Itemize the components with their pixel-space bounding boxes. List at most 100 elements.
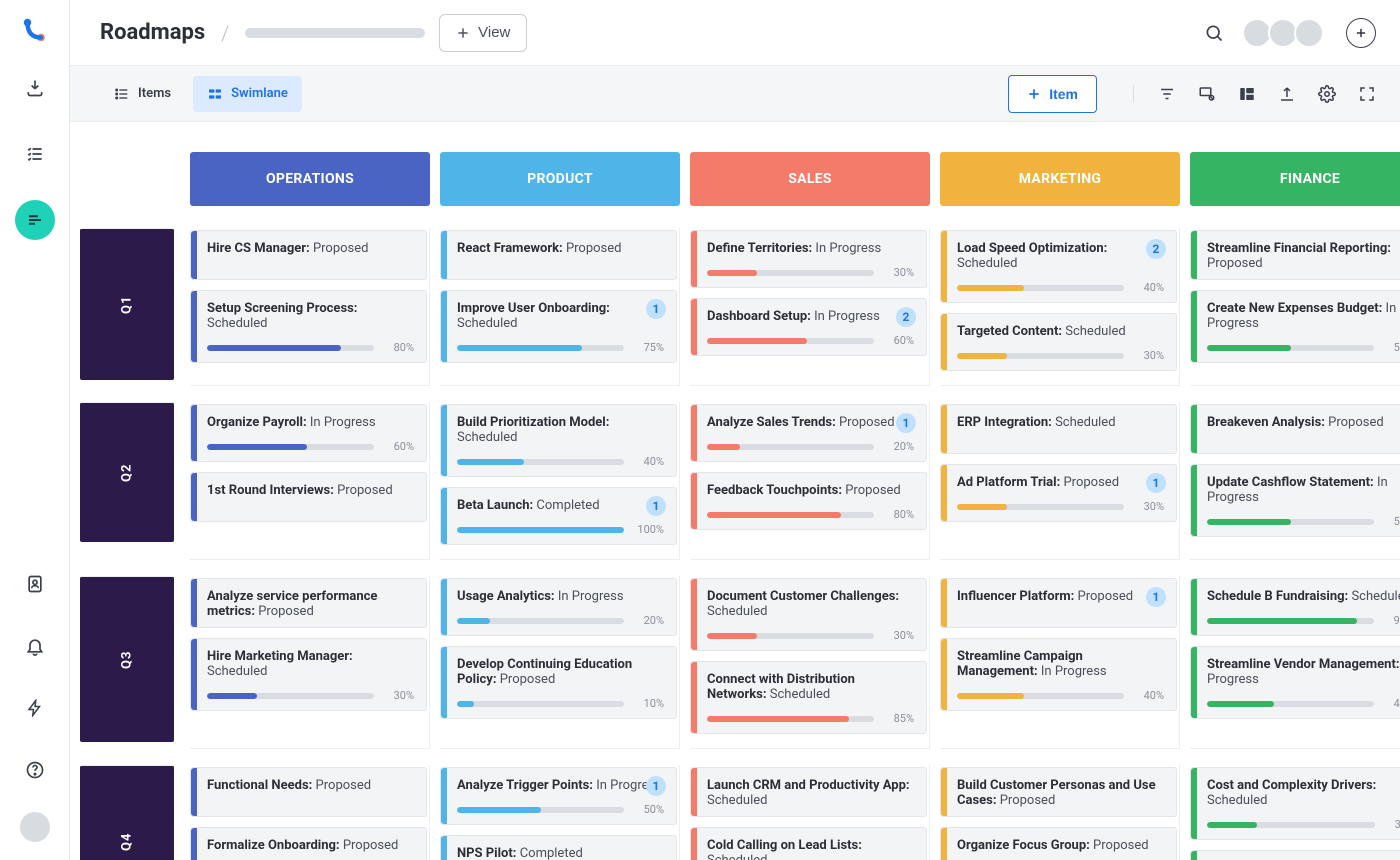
progress-percent: 30%	[384, 689, 414, 702]
card[interactable]: Dashboard Setup: In Progress260%	[690, 298, 927, 356]
card[interactable]: Functional Needs: Proposed	[190, 767, 427, 817]
cell-q4-product: Analyze Trigger Points: In Progress150% N…	[440, 765, 680, 860]
card[interactable]: Cold Calling on Lead Lists: Scheduled30%	[690, 827, 927, 860]
progress-bar	[207, 345, 374, 351]
card[interactable]: Launch CRM and Productivity App: Schedul…	[690, 767, 927, 817]
card[interactable]: Streamline Financial Reporting: Proposed	[1190, 230, 1400, 280]
card-status: Proposed	[500, 672, 556, 687]
card[interactable]: Breakeven Analysis: Proposed	[1190, 404, 1400, 454]
card-title: Improve User Onboarding:	[457, 301, 610, 316]
bell-icon[interactable]	[15, 626, 55, 666]
cell-q1-finance: Streamline Financial Reporting: Proposed…	[1190, 228, 1400, 386]
card[interactable]: Formalize Onboarding: Proposed10%	[190, 827, 427, 860]
settings-icon[interactable]	[1318, 85, 1336, 103]
filter-icon[interactable]	[1158, 85, 1176, 103]
tab-items[interactable]: Items	[100, 76, 185, 112]
card[interactable]: Setup Screening Process: Scheduled80%	[190, 290, 427, 363]
card[interactable]: Targeted Content: Scheduled30%	[940, 313, 1177, 371]
card-badge: 1	[646, 496, 666, 516]
progress-bar	[707, 270, 874, 276]
progress-bar	[1207, 822, 1375, 828]
card[interactable]: Update Cashflow Statement: In Progress50…	[1190, 464, 1400, 537]
progress-bar	[457, 618, 624, 624]
card[interactable]: Develop Continuing Education Policy: Pro…	[440, 646, 677, 719]
card[interactable]: Improve User Onboarding: Scheduled175%	[440, 290, 677, 363]
card-title: Influencer Platform:	[957, 589, 1078, 604]
progress-bar	[1207, 701, 1374, 707]
card[interactable]: Ad Platform Trial: Proposed130%	[940, 464, 1177, 522]
card-title: Document Customer Challenges:	[707, 589, 899, 604]
cell-q1-marketing: Load Speed Optimization: Scheduled240% Ta…	[940, 228, 1180, 386]
card[interactable]: Organize Focus Group: Proposed	[940, 827, 1177, 860]
link-filter-icon[interactable]	[1198, 85, 1216, 103]
progress-percent: 50%	[634, 803, 664, 816]
bolt-icon[interactable]	[15, 688, 55, 728]
progress-bar	[207, 693, 374, 699]
card-status: In Progress	[310, 415, 376, 430]
card[interactable]: Analyze Sales Trends: Proposed120%	[690, 404, 927, 462]
card[interactable]: Streamline Campaign Management: In Progr…	[940, 638, 1177, 711]
search-icon[interactable]	[1200, 19, 1228, 47]
user-avatar[interactable]	[20, 812, 50, 842]
add-item-label: Item	[1049, 86, 1078, 102]
add-item-button[interactable]: Item	[1008, 75, 1097, 113]
export-icon[interactable]	[1278, 85, 1296, 103]
card[interactable]: NPS Pilot: Completed100%	[440, 835, 677, 860]
progress-percent: 80%	[884, 508, 914, 521]
invite-button[interactable]	[1346, 18, 1376, 48]
page-title: Roadmaps	[100, 20, 205, 45]
add-view-button[interactable]: View	[439, 14, 527, 52]
card[interactable]: Create New Expenses Budget: In Progress5…	[1190, 290, 1400, 363]
card-title: Hire Marketing Manager:	[207, 649, 353, 664]
card[interactable]: Build Prioritization Model: Scheduled40%	[440, 404, 677, 477]
swimlane-board: OPERATIONSPRODUCTSALESMARKETINGFINANCEQ1…	[70, 122, 1400, 860]
layout-icon[interactable]	[1238, 85, 1256, 103]
fullscreen-icon[interactable]	[1358, 85, 1376, 103]
card[interactable]: Connect with Distribution Networks: Sche…	[690, 661, 927, 734]
card[interactable]: Beta Launch: Completed1100%	[440, 487, 677, 545]
card-badge: 1	[1146, 473, 1166, 493]
card-status: Scheduled	[707, 604, 767, 619]
card[interactable]: Schedule B Fundraising: Scheduled90%	[1190, 578, 1400, 636]
contacts-icon[interactable]	[15, 564, 55, 604]
progress-bar	[457, 345, 624, 351]
card[interactable]: Build Customer Personas and Use Cases: P…	[940, 767, 1177, 817]
card[interactable]: ERP Integration: Scheduled	[940, 404, 1177, 454]
card[interactable]: Streamline Vendor Management: In Progres…	[1190, 646, 1400, 719]
column-header-finance: FINANCE	[1190, 152, 1400, 206]
card[interactable]: Hire Marketing Manager: Scheduled30%	[190, 638, 427, 711]
collaborator-avatars[interactable]	[1242, 18, 1324, 48]
progress-bar	[1207, 519, 1374, 525]
card-status: Proposed	[1063, 475, 1119, 490]
tab-swimlane[interactable]: Swimlane	[193, 76, 302, 112]
card[interactable]: Organize Payroll: In Progress60%	[190, 404, 427, 462]
card[interactable]: React Framework: Proposed	[440, 230, 677, 280]
card[interactable]: Document Customer Challenges: Scheduled 3…	[690, 578, 927, 651]
cell-q3-finance: Schedule B Fundraising: Scheduled90% Stre…	[1190, 576, 1400, 749]
card[interactable]: Hire CS Manager: Proposed	[190, 230, 427, 280]
card[interactable]: Define Territories: In Progress30%	[690, 230, 927, 288]
progress-percent: 60%	[884, 334, 914, 347]
card[interactable]: Commissions Reconcilliation: In Progress…	[1190, 850, 1400, 860]
progress-percent: 40%	[1384, 697, 1400, 710]
row-label-q3: Q3	[80, 576, 174, 742]
progress-percent: 30%	[884, 629, 914, 642]
card[interactable]: Influencer Platform: Proposed1	[940, 578, 1177, 628]
card[interactable]: Load Speed Optimization: Scheduled240%	[940, 230, 1177, 303]
card-status: Proposed	[1207, 256, 1263, 271]
roadmap-icon[interactable]	[15, 200, 55, 240]
card[interactable]: Cost and Complexity Drivers: Scheduled30…	[1190, 767, 1400, 840]
help-icon[interactable]	[15, 750, 55, 790]
import-icon[interactable]	[15, 68, 55, 108]
progress-bar	[707, 716, 874, 722]
card[interactable]: Analyze service performance metrics: Pro…	[190, 578, 427, 628]
card[interactable]: Analyze Trigger Points: In Progress150%	[440, 767, 677, 825]
card[interactable]: Usage Analytics: In Progress20%	[440, 578, 677, 636]
list-check-icon[interactable]	[15, 134, 55, 174]
card-title: Streamline Financial Reporting:	[1207, 241, 1391, 256]
cell-q2-product: Build Prioritization Model: Scheduled40%…	[440, 402, 680, 560]
card[interactable]: 1st Round Interviews: Proposed	[190, 472, 427, 522]
cell-q1-operations: Hire CS Manager: Proposed Setup Screening…	[190, 228, 430, 386]
view-toolbar: Items Swimlane Item	[70, 66, 1400, 122]
card[interactable]: Feedback Touchpoints: Proposed80%	[690, 472, 927, 530]
